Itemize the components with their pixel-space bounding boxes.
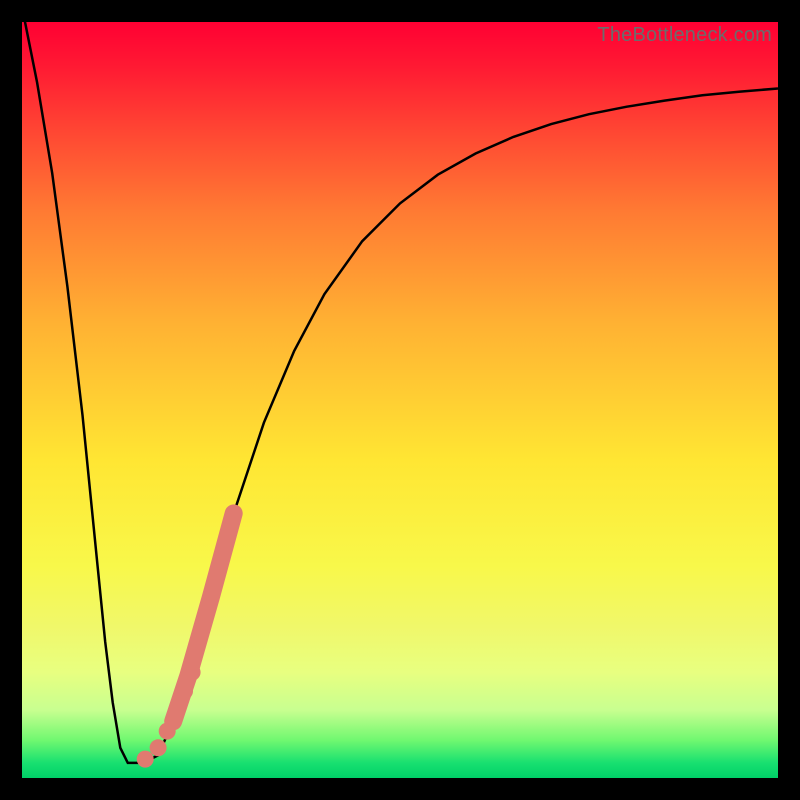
chart-frame: TheBottleneck.com	[0, 0, 800, 800]
plot-area: TheBottleneck.com	[22, 22, 778, 778]
highlight-dot	[169, 702, 186, 719]
highlight-dot	[137, 751, 154, 768]
highlight-dot	[150, 739, 167, 756]
chart-svg	[22, 22, 778, 778]
bottleneck-curve	[22, 22, 778, 763]
highlight-dot	[159, 723, 176, 740]
highlight-dot	[176, 683, 193, 700]
highlight-dot	[184, 664, 201, 681]
